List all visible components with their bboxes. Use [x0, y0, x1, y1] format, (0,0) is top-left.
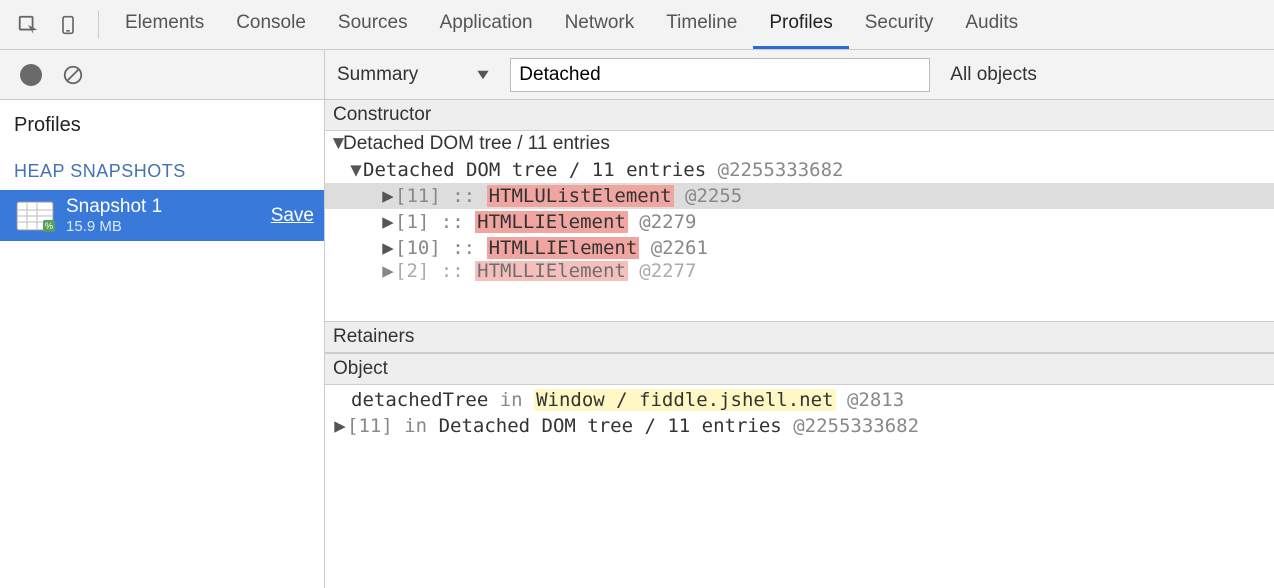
tab-sources[interactable]: Sources	[322, 0, 424, 49]
clear-button[interactable]	[62, 64, 84, 86]
retainer-id: @2813	[847, 389, 904, 411]
row-id: @2277	[639, 261, 696, 281]
retainer-in: in	[404, 415, 427, 437]
row-id: @2255	[685, 185, 742, 207]
profiles-title: Profiles	[0, 100, 324, 143]
disclosure-triangle-icon[interactable]: ▶	[381, 185, 395, 207]
inspect-element-icon[interactable]	[16, 13, 40, 37]
tab-console[interactable]: Console	[220, 0, 322, 49]
row-type: HTMLLIElement	[475, 261, 628, 281]
tab-application[interactable]: Application	[424, 0, 549, 49]
constructor-tree: ▼ Detached DOM tree / 11 entries ▼ Detac…	[325, 131, 1274, 321]
row-count: [2]	[395, 261, 429, 281]
snapshot-text: Snapshot 1 15.9 MB	[66, 196, 271, 235]
disclosure-triangle-icon[interactable]: ▼	[349, 159, 363, 181]
retainer-row[interactable]: detachedTree in Window / fiddle.jshell.n…	[325, 387, 1274, 413]
retainer-row[interactable]: ▶ [11] in Detached DOM tree / 11 entries…	[325, 413, 1274, 439]
snapshot-save-link[interactable]: Save	[271, 205, 314, 227]
row-sep: ::	[452, 185, 475, 207]
tree-root-label: Detached DOM tree / 11 entries	[343, 133, 610, 155]
tree-row[interactable]: ▶ [1] :: HTMLLIElement @2279	[325, 209, 1274, 235]
disclosure-triangle-icon[interactable]: ▶	[333, 415, 347, 437]
toolbar-right: Summary All objects	[325, 58, 1274, 92]
row-type: HTMLLIElement	[487, 237, 640, 259]
tab-profiles[interactable]: Profiles	[753, 0, 848, 49]
chevron-down-icon	[476, 68, 490, 82]
object-header[interactable]: Object	[325, 353, 1274, 385]
tree-group-row[interactable]: ▼ Detached DOM tree / 11 entries @225533…	[325, 157, 1274, 183]
snapshot-file-icon: %	[14, 199, 56, 233]
retainer-context: Window / fiddle.jshell.net	[534, 389, 835, 411]
snapshot-name: Snapshot 1	[66, 196, 271, 218]
snapshot-item[interactable]: % Snapshot 1 15.9 MB Save	[0, 190, 324, 241]
tab-timeline[interactable]: Timeline	[650, 0, 753, 49]
row-count: [11]	[395, 185, 441, 207]
row-count: [10]	[395, 237, 441, 259]
snapshot-size: 15.9 MB	[66, 218, 271, 235]
disclosure-triangle-icon[interactable]: ▶	[381, 237, 395, 259]
retainer-var: detachedTree	[351, 389, 488, 411]
row-id: @2279	[639, 211, 696, 233]
row-count: [1]	[395, 211, 429, 233]
divider	[98, 11, 99, 39]
view-dropdown-label: Summary	[337, 64, 418, 86]
class-filter-input[interactable]	[510, 58, 930, 92]
disclosure-triangle-icon[interactable]: ▶	[381, 261, 395, 281]
device-toggle-icon[interactable]	[56, 13, 80, 37]
heap-snapshots-label: HEAP SNAPSHOTS	[0, 143, 324, 190]
objects-filter-dropdown[interactable]: All objects	[950, 64, 1037, 86]
view-dropdown[interactable]: Summary	[337, 64, 490, 86]
devtools-tab-bar: Elements Console Sources Application Net…	[0, 0, 1274, 50]
disclosure-triangle-icon[interactable]: ▼	[329, 133, 343, 155]
retainer-count: [11]	[347, 415, 393, 437]
tab-security[interactable]: Security	[849, 0, 950, 49]
tree-row[interactable]: ▶ [11] :: HTMLUListElement @2255	[325, 183, 1274, 209]
row-sep: ::	[441, 211, 464, 233]
row-id: @2261	[651, 237, 708, 259]
tree-group-label: Detached DOM tree / 11 entries	[363, 159, 706, 181]
tree-root-row[interactable]: ▼ Detached DOM tree / 11 entries	[325, 131, 1274, 157]
toolbar-left	[0, 50, 325, 99]
row-type: HTMLLIElement	[475, 211, 628, 233]
tab-network[interactable]: Network	[549, 0, 651, 49]
profiles-toolbar: Summary All objects	[0, 50, 1274, 100]
content-area: Constructor ▼ Detached DOM tree / 11 ent…	[325, 100, 1274, 588]
profiles-sidebar: Profiles HEAP SNAPSHOTS % Snapshot 1 15.…	[0, 100, 325, 588]
retainers-header[interactable]: Retainers	[325, 321, 1274, 353]
row-sep: ::	[441, 261, 464, 281]
constructor-header[interactable]: Constructor	[325, 100, 1274, 131]
tree-row[interactable]: ▶ [10] :: HTMLLIElement @2261	[325, 235, 1274, 261]
tree-row[interactable]: ▶ [2] :: HTMLLIElement @2277	[325, 261, 1274, 281]
tab-elements[interactable]: Elements	[109, 0, 220, 49]
disclosure-triangle-icon[interactable]: ▶	[381, 211, 395, 233]
main-area: Profiles HEAP SNAPSHOTS % Snapshot 1 15.…	[0, 100, 1274, 588]
retainer-in: in	[500, 389, 523, 411]
svg-text:%: %	[45, 221, 53, 231]
retainer-id: @2255333682	[793, 415, 919, 437]
tab-audits[interactable]: Audits	[949, 0, 1034, 49]
retainer-context: Detached DOM tree / 11 entries	[439, 415, 782, 437]
row-sep: ::	[452, 237, 475, 259]
tree-group-id: @2255333682	[718, 159, 844, 181]
retainers-body: detachedTree in Window / fiddle.jshell.n…	[325, 385, 1274, 588]
row-type: HTMLUListElement	[487, 185, 674, 207]
record-button[interactable]	[20, 64, 42, 86]
